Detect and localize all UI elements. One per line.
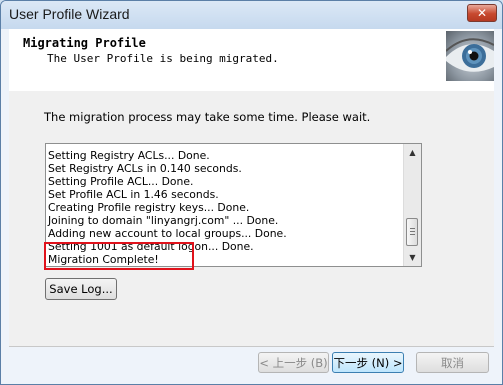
vertical-scrollbar[interactable]: ▲ ▼: [403, 144, 421, 266]
save-log-button[interactable]: Save Log...: [45, 278, 117, 300]
page-subtitle: The User Profile is being migrated.: [47, 52, 279, 65]
intro-text: The migration process may take some time…: [44, 110, 371, 124]
window-title: User Profile Wizard: [9, 6, 130, 22]
highlight-box: [44, 242, 194, 270]
scroll-down-icon[interactable]: ▼: [404, 249, 421, 266]
log-line: Creating Profile registry keys... Done.: [48, 201, 250, 214]
grip-line: [410, 228, 415, 229]
back-button[interactable]: < 上一步 (B): [258, 352, 329, 373]
footer-divider: [9, 346, 494, 347]
wizard-content: The migration process may take some time…: [9, 91, 494, 346]
grip-line: [410, 231, 415, 232]
wizard-window: User Profile Wizard ✕ Migrating Profile …: [0, 0, 503, 385]
log-line: Setting Registry ACLs... Done.: [48, 149, 210, 162]
title-bar[interactable]: User Profile Wizard ✕: [1, 1, 502, 29]
log-line: Set Profile ACL in 1.46 seconds.: [48, 188, 219, 201]
scroll-up-icon[interactable]: ▲: [404, 144, 421, 161]
log-line: Adding new account to local groups... Do…: [48, 227, 287, 240]
scrollbar-thumb[interactable]: [406, 218, 418, 246]
close-icon: ✕: [476, 6, 488, 20]
grip-line: [410, 234, 415, 235]
log-line: Set Registry ACLs in 0.140 seconds.: [48, 162, 242, 175]
eye-icon: [446, 31, 494, 81]
log-line: Joining to domain "linyangrj.com" ... Do…: [48, 214, 279, 227]
next-button[interactable]: 下一步 (N) >: [332, 352, 404, 373]
cancel-button[interactable]: 取消: [416, 352, 489, 373]
wizard-header: Migrating Profile The User Profile is be…: [9, 29, 494, 92]
page-title: Migrating Profile: [23, 36, 146, 50]
log-line: Setting Profile ACL... Done.: [48, 175, 194, 188]
close-button[interactable]: ✕: [467, 4, 497, 22]
